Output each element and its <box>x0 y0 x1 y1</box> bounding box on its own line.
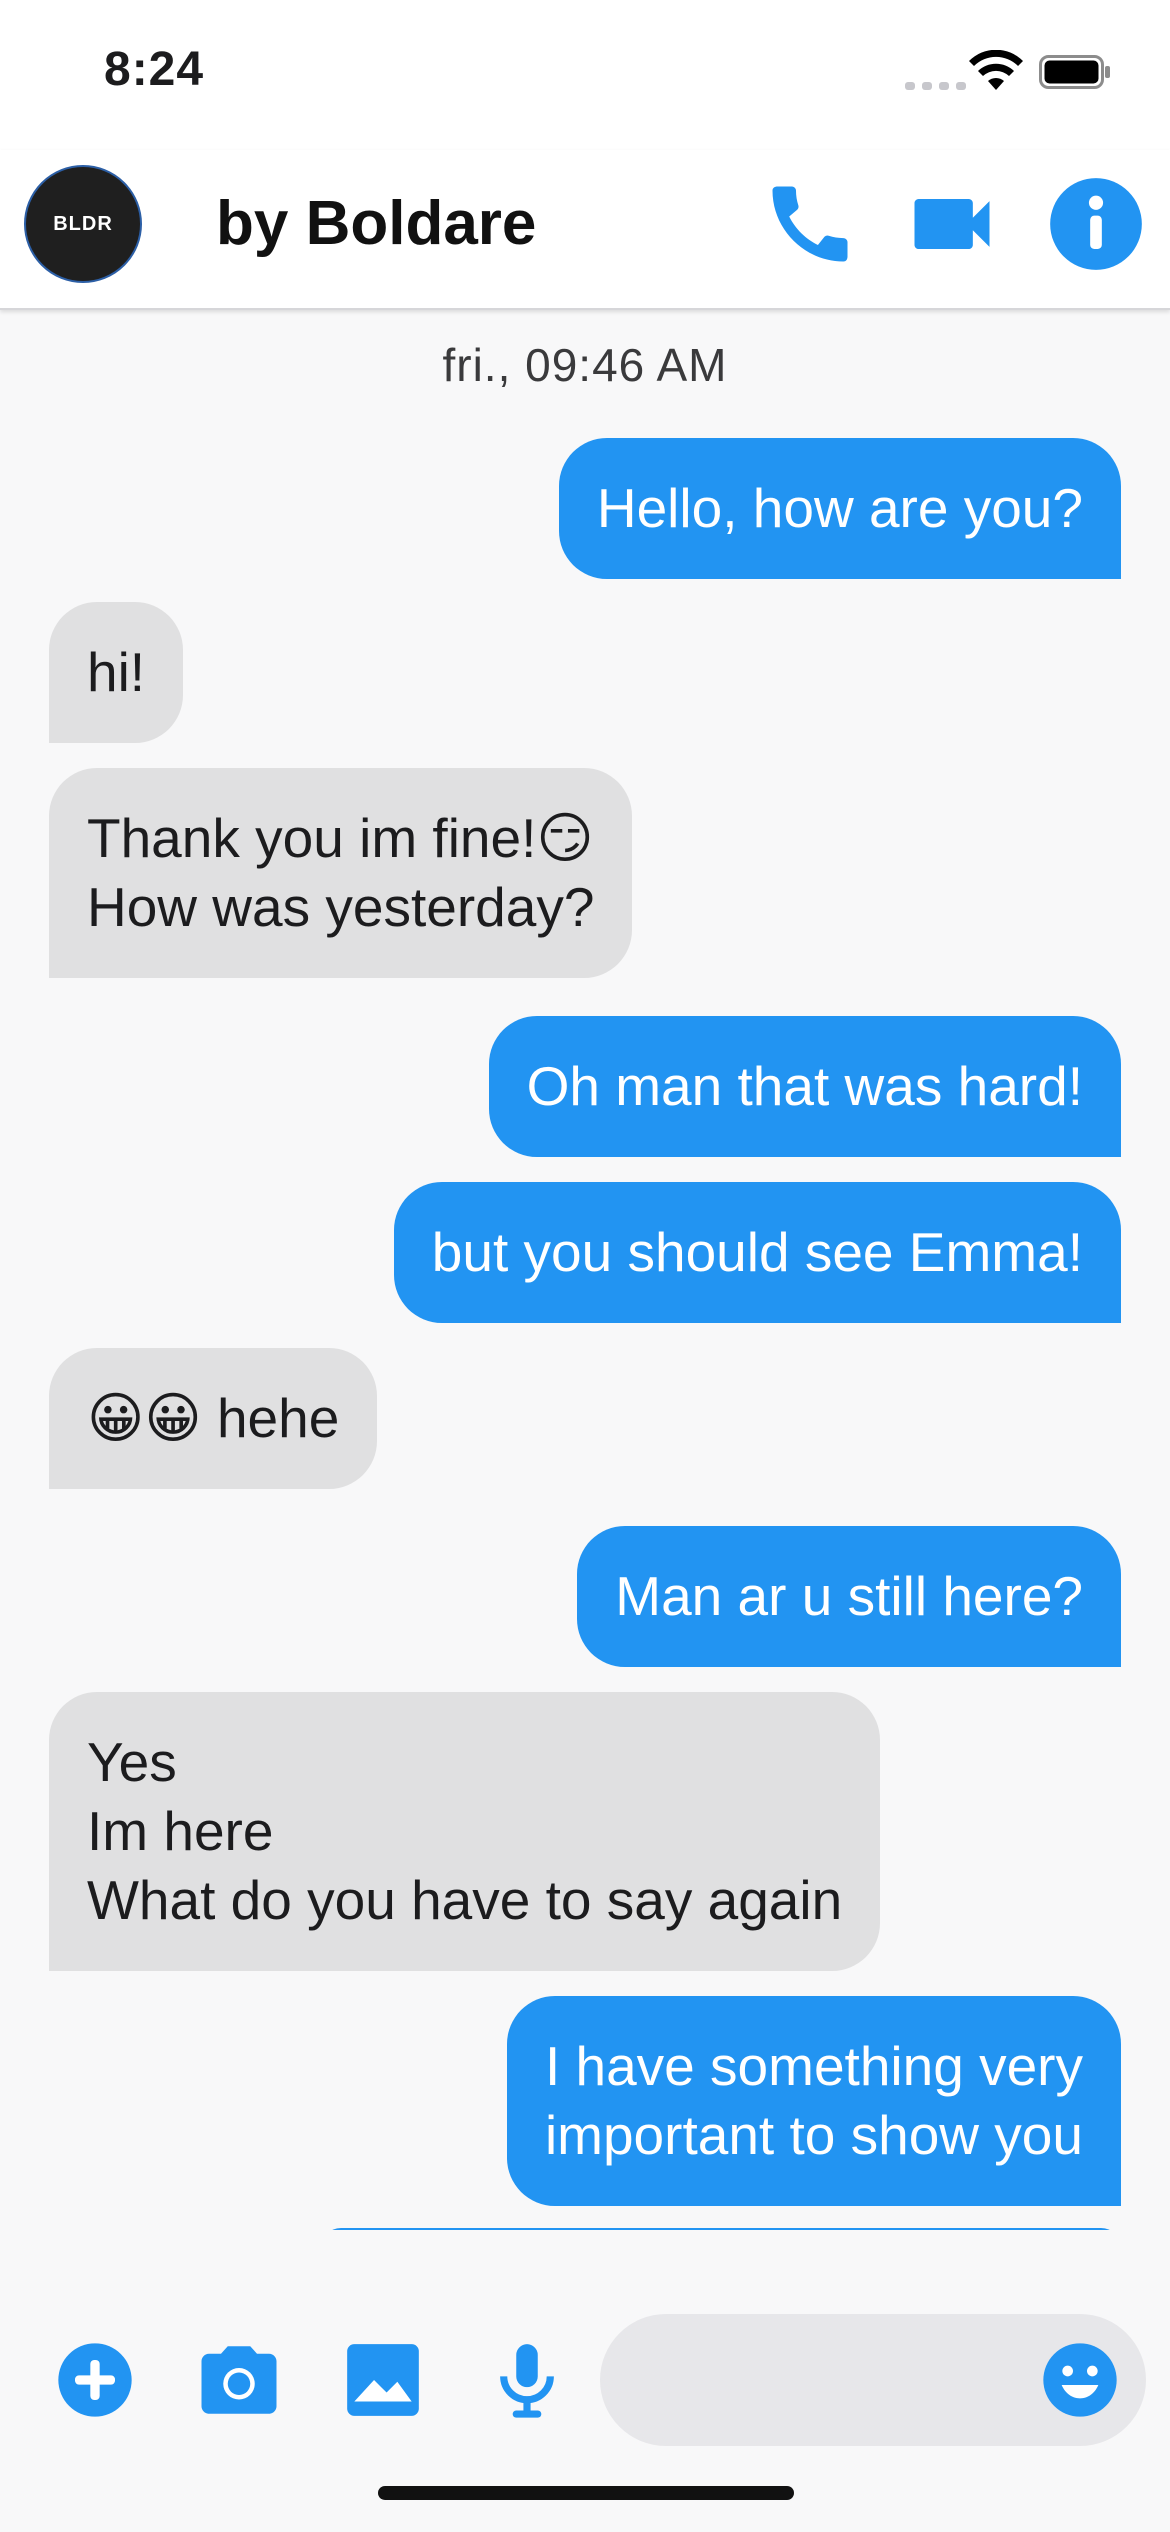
status-time: 8:24 <box>104 43 205 96</box>
camera-button[interactable] <box>194 2335 284 2425</box>
message-bubble-outgoing[interactable]: but you should see Emma! <box>393 1182 1121 1323</box>
message-bubble-incoming[interactable]: Thank you im fine!😏 How was yesterday? <box>49 768 633 978</box>
call-button[interactable] <box>758 172 862 276</box>
microphone-button[interactable] <box>482 2335 572 2425</box>
message-bubble-incoming[interactable]: 😀😀 hehe <box>49 1348 378 1489</box>
wifi-icon <box>969 50 1023 90</box>
message-bubble-incoming[interactable]: hi! <box>49 602 184 743</box>
microphone-icon <box>500 2344 554 2418</box>
message-composer <box>0 2300 1170 2460</box>
signal-icon <box>905 82 966 90</box>
status-bar: 8:24 <box>0 0 1170 150</box>
gallery-button[interactable] <box>338 2335 428 2425</box>
battery-icon <box>1039 55 1110 89</box>
video-call-button[interactable] <box>900 172 1004 276</box>
chat-header: BLDR by Boldare <box>0 150 1170 310</box>
emoji-button[interactable] <box>1030 2330 1130 2430</box>
image-icon <box>347 2344 419 2416</box>
message-list[interactable]: fri., 09:46 AM Hello, how are you? hi! T… <box>0 310 1170 2230</box>
camera-icon <box>201 2346 277 2414</box>
message-bubble-outgoing[interactable]: Man ar u still here? <box>577 1526 1121 1667</box>
add-icon <box>58 2343 132 2417</box>
home-indicator <box>378 2486 794 2500</box>
chat-title: by Boldare <box>216 189 537 258</box>
phone-icon <box>772 186 848 262</box>
message-bubble-outgoing[interactable]: Oh man that was hard! <box>488 1016 1121 1157</box>
smiley-icon <box>1043 2343 1117 2417</box>
video-camera-icon <box>914 199 990 249</box>
add-button[interactable] <box>50 2335 140 2425</box>
message-bubble-outgoing[interactable]: Hello, how are you? <box>558 438 1121 579</box>
info-icon <box>1050 178 1142 270</box>
message-bubble-incoming[interactable]: Yes Im here What do you have to say agai… <box>49 1692 881 1971</box>
avatar-logo-text: BLDR <box>53 212 113 235</box>
avatar[interactable]: BLDR <box>24 165 142 283</box>
info-button[interactable] <box>1044 172 1148 276</box>
message-timestamp: fri., 09:46 AM <box>442 339 728 391</box>
message-bubble-outgoing-partial[interactable] <box>321 2228 1121 2230</box>
message-bubble-outgoing[interactable]: I have something very important to show … <box>506 1996 1121 2206</box>
